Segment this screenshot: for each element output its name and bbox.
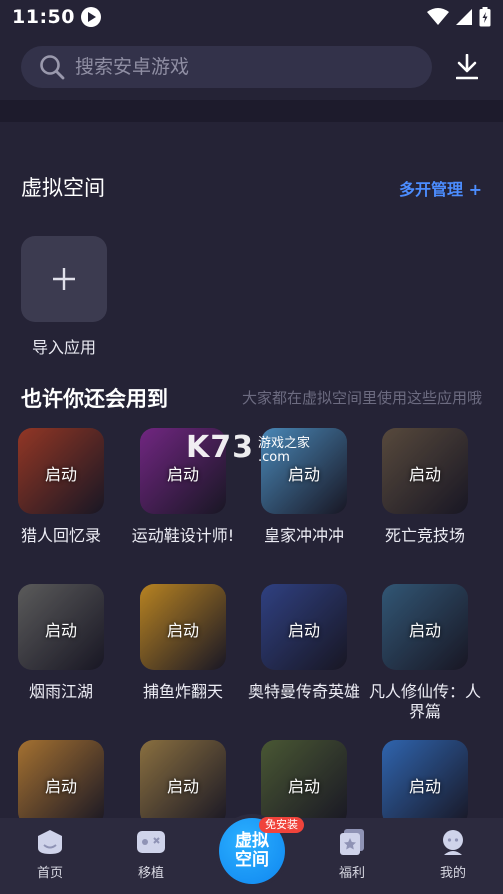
status-time: 11:50 — [12, 6, 75, 28]
app-icon[interactable]: 启动 — [18, 740, 104, 818]
profile-icon — [443, 830, 463, 855]
app-icon[interactable]: 启动 — [18, 584, 104, 670]
recommend-subtitle: 大家都在虚拟空间里使用这些应用哦 — [241, 389, 482, 407]
banner-strip — [0, 100, 503, 122]
signal-icon — [456, 9, 472, 25]
launch-button[interactable]: 启动 — [18, 617, 104, 641]
nav-welfare[interactable]: 福利 — [312, 828, 392, 881]
gift-card-icon — [340, 829, 364, 855]
search-icon — [40, 55, 65, 80]
import-app-label: 导入应用 — [31, 338, 96, 357]
app-item[interactable]: 启动 死亡竞技场 — [364, 428, 486, 546]
app-name: 皇家冲冲冲 — [263, 526, 344, 545]
launch-button[interactable]: 启动 — [140, 773, 226, 797]
download-icon — [456, 54, 478, 80]
app-icon[interactable]: 启动 — [382, 428, 468, 514]
app-icon[interactable]: 启动 — [382, 584, 468, 670]
media-play-icon — [80, 7, 101, 27]
nav-home[interactable]: 首页 — [10, 828, 90, 881]
launch-button[interactable]: 启动 — [382, 461, 468, 485]
launch-button[interactable]: 启动 — [261, 617, 347, 641]
app-item[interactable]: 启动 — [364, 740, 486, 818]
app-name: 捕鱼炸翻天 — [142, 682, 223, 701]
wifi-icon — [427, 8, 449, 25]
watermark-logo: K73 — [186, 430, 254, 465]
gamepad-icon — [137, 831, 165, 853]
header — [0, 34, 503, 100]
search-bar[interactable] — [21, 46, 432, 88]
launch-button[interactable]: 启动 — [382, 773, 468, 797]
nav-welfare-label: 福利 — [338, 866, 365, 881]
app-item[interactable]: 启动 — [122, 740, 244, 818]
download-button[interactable] — [452, 52, 482, 82]
launch-button[interactable]: 启动 — [261, 773, 347, 797]
launch-button[interactable]: 启动 — [18, 773, 104, 797]
app-name: 死亡竞技场 — [384, 526, 465, 545]
launch-button[interactable]: 启动 — [140, 617, 226, 641]
nav-center-label: 虚拟空间 — [235, 831, 269, 870]
app-icon[interactable]: 启动 — [261, 584, 347, 670]
app-item[interactable]: 启动 奥特曼传奇英雄 — [243, 584, 365, 702]
app-grid: 启动 猎人回忆录 启动 运动鞋设计师! 启动 皇家冲冲冲 启动 死亡竞技场 启动 烟雨江湖 启动 捕鱼… — [0, 428, 503, 818]
app-icon[interactable]: 启动 — [18, 428, 104, 514]
app-name: 烟雨江湖 — [28, 682, 93, 701]
app-name: 奥特曼传奇英雄 — [248, 682, 361, 701]
app-item[interactable]: 启动 捕鱼炸翻天 — [122, 584, 244, 702]
battery-icon — [479, 7, 491, 27]
app-icon[interactable]: 启动 — [140, 584, 226, 670]
app-name: 猎人回忆录 — [20, 526, 101, 545]
app-icon[interactable]: 启动 — [261, 740, 347, 818]
app-item[interactable]: 启动 — [243, 740, 365, 818]
app-item[interactable]: 启动凡人修仙传：人界篇 — [364, 584, 486, 722]
virtual-space-title: 虚拟空间 — [21, 176, 105, 200]
recommend-title: 也许你还会用到 — [21, 387, 168, 411]
nav-port[interactable]: 移植 — [111, 828, 191, 881]
launch-button[interactable]: 启动 — [18, 461, 104, 485]
watermark: K73 游戏之家 .com — [186, 430, 310, 465]
import-app-button[interactable] — [21, 236, 107, 322]
search-input[interactable] — [75, 56, 395, 78]
app-item[interactable]: 启动 烟雨江湖 — [0, 584, 122, 702]
status-icons — [427, 7, 491, 27]
watermark-site: 游戏之家 .com — [258, 436, 311, 465]
home-icon — [38, 830, 62, 854]
nav-port-label: 移植 — [137, 866, 164, 881]
no-install-badge: 免安装 — [259, 817, 304, 833]
app-name: 凡人修仙传：人界篇 — [369, 682, 482, 721]
status-bar: 11:50 — [0, 0, 503, 34]
nav-mine-label: 我的 — [439, 866, 466, 881]
plus-icon — [53, 268, 75, 290]
launch-button[interactable]: 启动 — [382, 617, 468, 641]
nav-home-label: 首页 — [36, 866, 63, 881]
app-item[interactable]: 启动 — [0, 740, 122, 818]
app-icon[interactable]: 启动 — [382, 740, 468, 818]
nav-mine[interactable]: 我的 — [413, 828, 493, 881]
multi-open-manage-link[interactable]: 多开管理 + — [399, 176, 482, 200]
app-name: 运动鞋设计师! — [131, 526, 235, 545]
app-item[interactable]: 启动 猎人回忆录 — [0, 428, 122, 546]
app-icon[interactable]: 启动 — [140, 740, 226, 818]
